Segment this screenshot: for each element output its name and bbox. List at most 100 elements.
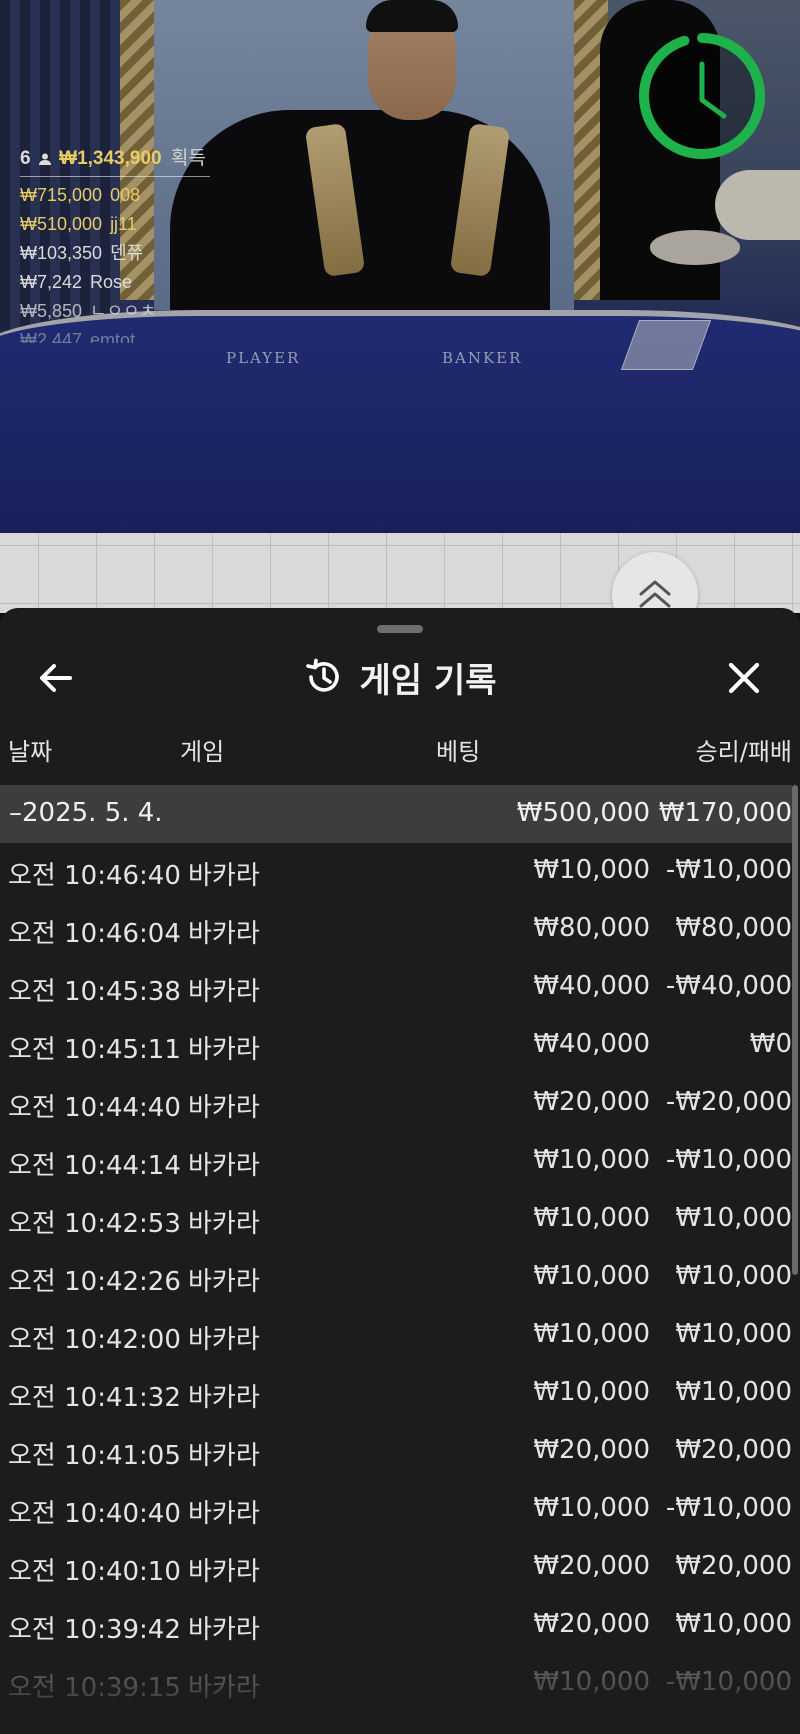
- row-bet: ₩10,000: [533, 1493, 650, 1523]
- table-row[interactable]: 오전 10:44:14 바카라 ₩10,000 -₩10,000: [0, 1133, 792, 1191]
- row-time: 오전 10:42:00: [8, 1325, 181, 1355]
- row-result: -₩10,000: [665, 855, 792, 885]
- table-row[interactable]: 오전 10:46:40 바카라 ₩10,000 -₩10,000: [0, 843, 792, 901]
- row-bet: ₩10,000: [533, 1261, 650, 1291]
- row-time: 오전 10:41:05: [8, 1441, 181, 1471]
- row-time: 오전 10:40:10: [8, 1557, 181, 1587]
- winners-header: 6 ₩1,343,900 획득: [20, 143, 210, 170]
- row-time: 오전 10:40:40: [8, 1499, 181, 1529]
- group-bet-total: ₩500,000: [516, 798, 650, 828]
- winner-name: 008: [110, 185, 141, 205]
- row-game: 바카라: [188, 1441, 260, 1471]
- row-game: 바카라: [188, 919, 260, 949]
- table-row[interactable]: 오전 10:45:11 바카라 ₩40,000 ₩0: [0, 1017, 792, 1075]
- row-bet: ₩10,000: [533, 1319, 650, 1349]
- sheet-drag-handle[interactable]: [377, 625, 423, 633]
- row-game: 바카라: [188, 861, 260, 891]
- history-clock-icon: [305, 658, 339, 692]
- column-header-game: 게임: [180, 738, 225, 766]
- winners-total: ₩1,343,900: [59, 148, 162, 169]
- table-row[interactable]: 오전 10:42:26 바카라 ₩10,000 ₩10,000: [0, 1249, 792, 1307]
- group-result-total: ₩170,000: [658, 798, 792, 828]
- row-result: -₩10,000: [665, 1145, 792, 1175]
- row-bet: ₩10,000: [533, 1377, 650, 1407]
- user-icon: [38, 153, 51, 165]
- table-row[interactable]: 오전 10:39:42 바카라 ₩20,000 ₩10,000: [0, 1597, 792, 1655]
- row-game: 바카라: [188, 1615, 260, 1645]
- row-result: -₩40,000: [665, 971, 792, 1001]
- row-bet: ₩10,000: [533, 1203, 650, 1233]
- page-title: 게임 기록: [359, 660, 497, 701]
- row-game: 바카라: [188, 977, 260, 1007]
- row-game: 바카라: [188, 1673, 260, 1703]
- scrollbar[interactable]: [792, 785, 798, 1275]
- row-time: 오전 10:39:42: [8, 1615, 181, 1645]
- row-result: ₩0: [749, 1029, 792, 1059]
- table-row[interactable]: 오전 10:41:32 바카라 ₩10,000 ₩10,000: [0, 1365, 792, 1423]
- winner-amount: ₩103,350: [20, 243, 103, 263]
- row-bet: ₩20,000: [533, 1087, 650, 1117]
- winners-divider: [20, 176, 210, 177]
- row-result: ₩10,000: [675, 1203, 792, 1233]
- row-time: 오전 10:45:38: [8, 977, 181, 1007]
- winner-row: ₩103,350 덴쮸: [20, 239, 210, 268]
- table-row[interactable]: 오전 10:41:05 바카라 ₩20,000 ₩20,000: [0, 1423, 792, 1481]
- group-date: –2025. 5. 4.: [9, 798, 163, 828]
- winner-name: ㄴㅇㅇㅊ: [90, 301, 157, 321]
- row-result: ₩10,000: [675, 1261, 792, 1291]
- winner-name: jj11: [110, 214, 137, 234]
- row-time: 오전 10:46:40: [8, 861, 181, 891]
- row-result: -₩20,000: [665, 1087, 792, 1117]
- table-row[interactable]: 오전 10:40:10 바카라 ₩20,000 ₩20,000: [0, 1539, 792, 1597]
- row-bet: ₩10,000: [533, 855, 650, 885]
- row-bet: ₩80,000: [533, 913, 650, 943]
- countdown-timer-icon: [639, 33, 765, 159]
- table-row[interactable]: 오전 10:45:38 바카라 ₩40,000 -₩40,000: [0, 959, 792, 1017]
- row-game: 바카라: [188, 1267, 260, 1297]
- row-bet: ₩20,000: [533, 1435, 650, 1465]
- table-row[interactable]: 오전 10:40:40 바카라 ₩10,000 -₩10,000: [0, 1481, 792, 1539]
- column-header-result: 승리/패배: [695, 738, 792, 766]
- column-header-date: 날짜: [8, 738, 53, 766]
- row-time: 오전 10:39:15: [8, 1673, 181, 1703]
- winner-amount: ₩7,242: [20, 272, 83, 292]
- row-game: 바카라: [188, 1499, 260, 1529]
- date-group-row[interactable]: –2025. 5. 4. ₩500,000 ₩170,000: [0, 785, 792, 843]
- row-game: 바카라: [188, 1151, 260, 1181]
- table-row[interactable]: 오전 10:46:04 바카라 ₩80,000 ₩80,000: [0, 901, 792, 959]
- sheet-header: 게임 기록: [0, 652, 800, 702]
- row-bet: ₩40,000: [533, 971, 650, 1001]
- winner-row: ₩7,242 Rose: [20, 268, 210, 297]
- table-row[interactable]: 오전 10:42:00 바카라 ₩10,000 ₩10,000: [0, 1307, 792, 1365]
- live-video-stream: PLAYER BANKER 6 ₩1,343,900 획득 ₩715,000 00…: [0, 0, 800, 533]
- row-game: 바카라: [188, 1209, 260, 1239]
- row-game: 바카라: [188, 1557, 260, 1587]
- row-result: -₩10,000: [665, 1493, 792, 1523]
- row-result: ₩20,000: [675, 1551, 792, 1581]
- row-result: -₩10,000: [665, 1667, 792, 1697]
- row-game: 바카라: [188, 1093, 260, 1123]
- row-time: 오전 10:44:14: [8, 1151, 181, 1181]
- winner-amount: ₩715,000: [20, 185, 103, 205]
- row-bet: ₩20,000: [533, 1551, 650, 1581]
- winner-amount: ₩2,447: [20, 330, 83, 343]
- row-game: 바카라: [188, 1035, 260, 1065]
- row-game: 바카라: [188, 1383, 260, 1413]
- winner-row: ₩2,447 emtot: [20, 326, 210, 343]
- row-result: ₩80,000: [675, 913, 792, 943]
- winners-count: 6: [20, 148, 31, 169]
- table-row[interactable]: 오전 10:42:53 바카라 ₩10,000 ₩10,000: [0, 1191, 792, 1249]
- close-button[interactable]: [722, 656, 766, 700]
- row-time: 오전 10:42:26: [8, 1267, 181, 1297]
- row-bet: ₩40,000: [533, 1029, 650, 1059]
- winner-row: ₩715,000 008: [20, 181, 210, 210]
- row-time: 오전 10:41:32: [8, 1383, 181, 1413]
- row-time: 오전 10:46:04: [8, 919, 181, 949]
- winners-list: 6 ₩1,343,900 획득 ₩715,000 008 ₩510,000 jj11…: [20, 143, 210, 343]
- table-row[interactable]: 오전 10:39:15 바카라 ₩10,000 -₩10,000: [0, 1655, 792, 1713]
- table-row[interactable]: 오전 10:44:40 바카라 ₩20,000 -₩20,000: [0, 1075, 792, 1133]
- winner-row: ₩510,000 jj11: [20, 210, 210, 239]
- row-game: 바카라: [188, 1325, 260, 1355]
- row-bet: ₩20,000: [533, 1609, 650, 1639]
- row-result: ₩10,000: [675, 1609, 792, 1639]
